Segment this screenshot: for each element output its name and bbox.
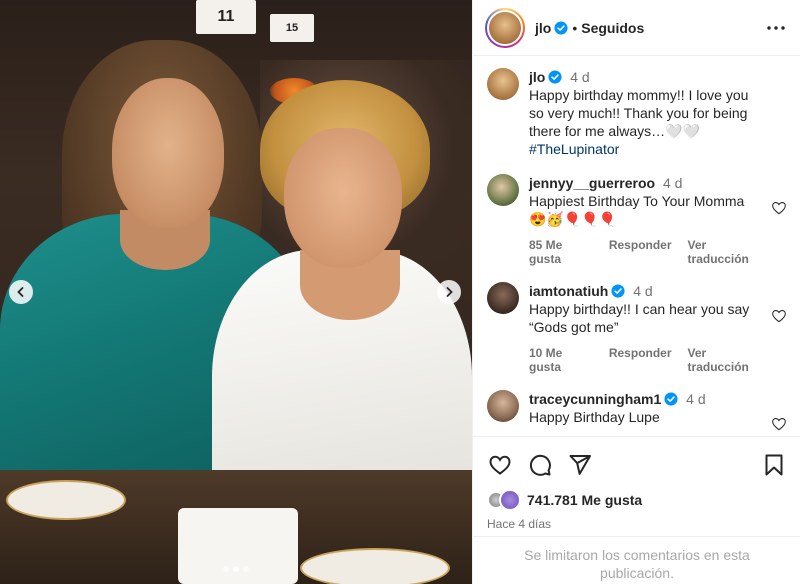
comment-item: iamtonatiuh 4 d Happy birthday!! I can h… (487, 282, 787, 374)
post-caption: jlo 4 d Happy birthday mommy!! I love yo… (487, 68, 787, 158)
person-left-face (112, 78, 224, 228)
comment-item: jennyy__guerreroo 4 d Happiest Birthday … (487, 174, 787, 266)
verified-badge-icon (548, 70, 562, 84)
header-username[interactable]: jlo (535, 20, 551, 36)
caption-text: Happy birthday mommy!! I love you so ver… (529, 87, 749, 139)
verified-badge-icon (664, 392, 678, 406)
post-header: jlo • Seguidos (473, 0, 800, 56)
comment-like-icon[interactable] (771, 308, 787, 324)
comment-time: 4 d (686, 391, 706, 407)
comment-username[interactable]: traceycunningham1 (529, 391, 661, 407)
more-horizontal-icon (767, 25, 785, 30)
comment-avatar[interactable] (487, 174, 519, 206)
comment-username[interactable]: iamtonatiuh (529, 283, 608, 299)
caption-hashtag[interactable]: #TheLupinator (529, 140, 765, 158)
profile-avatar[interactable] (485, 7, 525, 48)
following-button[interactable]: Seguidos (581, 20, 644, 36)
reply-button[interactable]: Responder (609, 346, 672, 374)
header-separator: • (572, 19, 578, 36)
post-time-ago[interactable]: Hace 4 días (487, 517, 787, 531)
translate-button[interactable]: Ver traducción (688, 346, 765, 374)
caption-avatar[interactable] (487, 68, 519, 100)
comment-avatar[interactable] (487, 282, 519, 314)
comments-list[interactable]: jlo 4 d Happy birthday mommy!! I love yo… (473, 56, 800, 436)
comment-button[interactable] (527, 452, 553, 478)
caption-username[interactable]: jlo (529, 69, 545, 85)
comment-username[interactable]: jennyy__guerreroo (529, 175, 655, 191)
carousel-prev-button[interactable] (9, 280, 33, 304)
table-number-card: 11 (196, 0, 256, 34)
chevron-right-icon (446, 287, 453, 297)
chevron-left-icon (17, 287, 24, 297)
liked-by-avatars (487, 489, 525, 511)
carousel-next-button[interactable] (437, 280, 461, 304)
like-button[interactable] (487, 452, 513, 478)
comment-text: Happy Birthday Lupe (529, 409, 660, 425)
save-button[interactable] (761, 452, 787, 478)
share-button[interactable] (567, 452, 593, 478)
comment-time: 4 d (633, 283, 653, 299)
reply-button[interactable]: Responder (609, 238, 672, 266)
comment-text: Happiest Birthday To Your Momma 😍🥳🎈🎈🎈 (529, 193, 745, 227)
avatar (499, 489, 521, 511)
comment-text: Happy birthday!! I can hear you say “God… (529, 301, 750, 335)
table-number-card: 15 (270, 14, 314, 42)
carousel-dot (243, 566, 249, 572)
carousel-dot (223, 566, 229, 572)
heart-icon (489, 455, 511, 475)
comment-likes[interactable]: 85 Me gusta (529, 238, 593, 266)
comment-avatar[interactable] (487, 390, 519, 422)
caption-time: 4 d (570, 69, 590, 85)
post-actions: 741.781 Me gusta Hace 4 días (473, 436, 800, 531)
comment-time: 4 d (662, 175, 683, 191)
napkin (178, 508, 298, 584)
comment-like-icon[interactable] (771, 416, 787, 432)
comment-likes[interactable]: 10 Me gusta (529, 346, 593, 374)
bookmark-icon (765, 454, 783, 476)
more-options-button[interactable] (764, 16, 788, 40)
carousel-dot-active (233, 566, 239, 572)
person-right-face (284, 128, 402, 268)
verified-badge-icon (554, 20, 568, 35)
comment-like-icon[interactable] (771, 200, 787, 216)
comment-item: traceycunningham1 4 d Happy Birthday Lup… (487, 390, 787, 431)
likes-count[interactable]: 741.781 Me gusta (527, 492, 642, 508)
post-side-panel: jlo • Seguidos jlo 4 d Happy birthday mo… (472, 0, 800, 584)
post-photo[interactable]: 11 15 (0, 0, 472, 584)
comments-limited-notice: Se limitaron los comentarios en esta pub… (473, 536, 800, 584)
verified-badge-icon (611, 284, 625, 298)
carousel-indicator (0, 566, 472, 572)
share-icon (569, 455, 591, 475)
comment-icon (529, 454, 551, 476)
translate-button[interactable]: Ver traducción (688, 238, 765, 266)
dinner-plate (6, 480, 126, 520)
